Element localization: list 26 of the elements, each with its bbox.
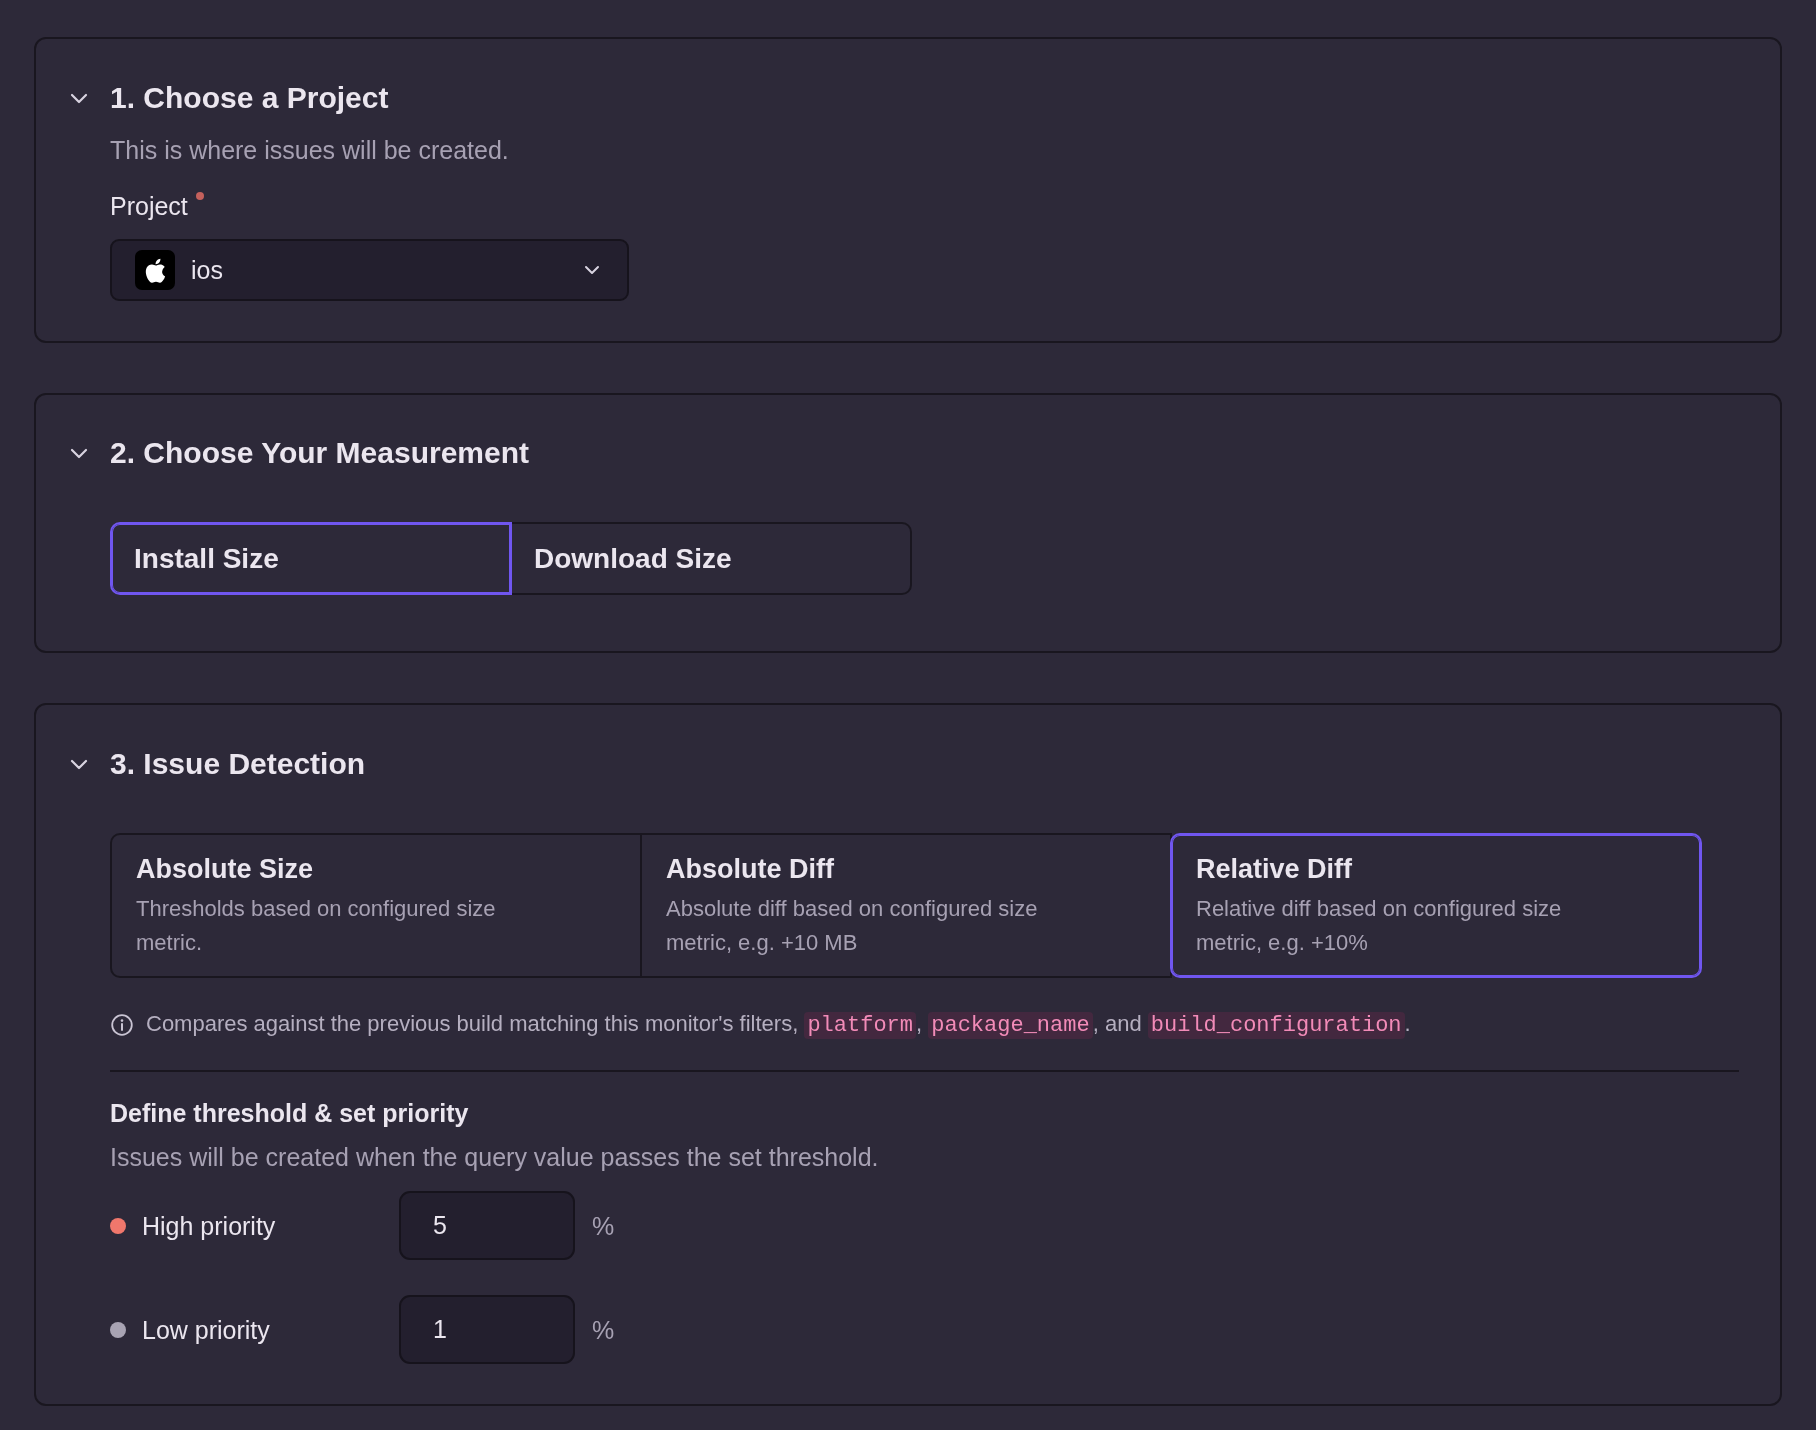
chevron-icon[interactable] — [70, 758, 88, 770]
apple-icon — [135, 250, 175, 290]
option-card[interactable]: Absolute Size Thresholds based on configured size metric. — [110, 833, 642, 978]
info-text: Compares against the previous build matching this monitor's filters, platform, package_name, and build_configuration. — [146, 1010, 1411, 1041]
threshold-title: Define threshold & set priority — [110, 1098, 470, 1129]
option-card[interactable]: Relative Diff Relative diff based on configured size metric, e.g. +10% — [1170, 833, 1702, 978]
threshold-description: Issues will be created when the query value passes the set threshold. — [110, 1142, 880, 1173]
threshold-input[interactable]: 1 — [399, 1295, 575, 1364]
priority-label: High priority — [142, 1210, 276, 1242]
segment-button[interactable]: Install Size — [110, 522, 512, 595]
segment-button[interactable]: Download Size — [510, 522, 912, 595]
option-card[interactable]: Absolute Diff Absolute diff based on configured size metric, e.g. +10 MB — [640, 833, 1172, 978]
section-title: 2. Choose Your Measurement — [110, 436, 529, 470]
chevron-icon[interactable] — [70, 92, 88, 104]
threshold-input[interactable]: 5 — [399, 1191, 575, 1260]
project-select[interactable]: ios — [110, 239, 629, 301]
chevron-icon[interactable] — [70, 447, 88, 459]
unit-label: % — [592, 1314, 615, 1346]
section-title: 1. Choose a Project — [110, 81, 389, 115]
field-label: Project — [110, 191, 188, 222]
unit-label: % — [592, 1210, 615, 1242]
priority-label: Low priority — [142, 1314, 270, 1346]
section-description: This is where issues will be created. — [110, 135, 510, 166]
info-icon — [111, 1014, 133, 1036]
section-title: 3. Issue Detection — [110, 747, 366, 781]
caret-icon — [584, 265, 600, 275]
